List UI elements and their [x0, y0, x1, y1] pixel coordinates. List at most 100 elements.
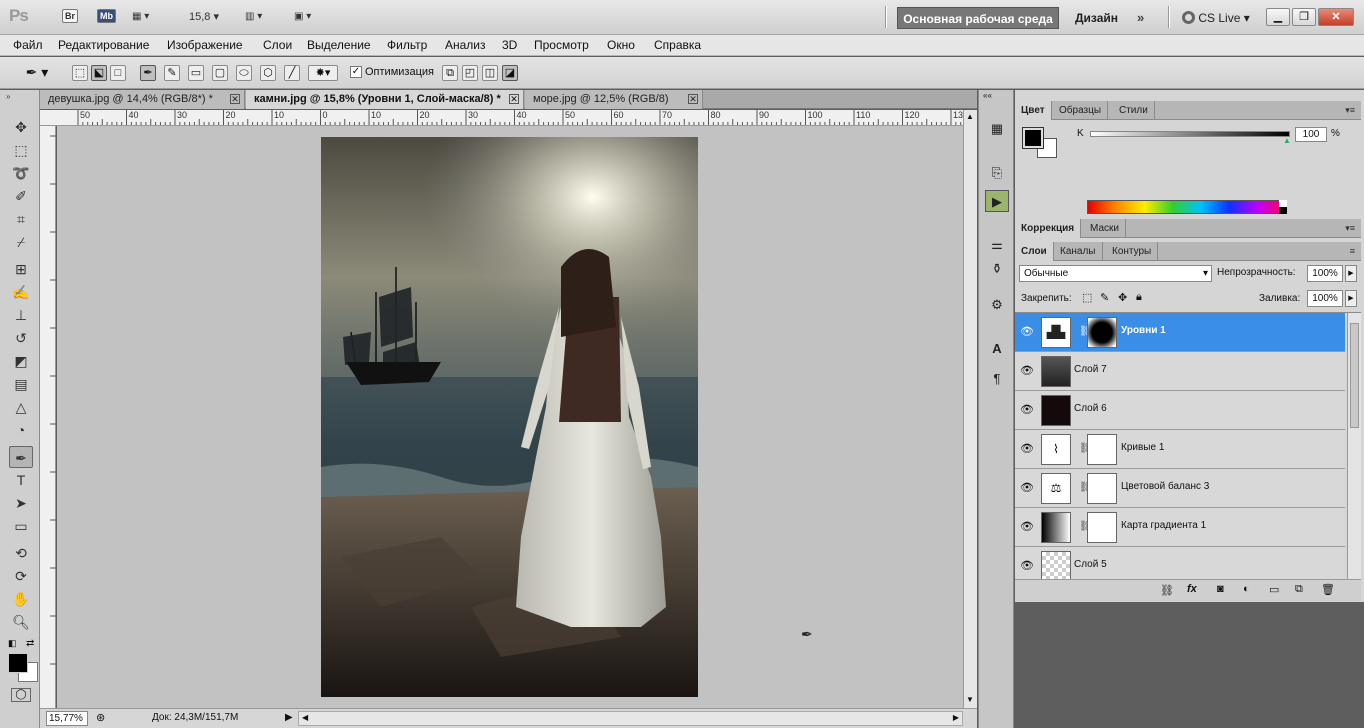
menu-layer[interactable]: Слои [263, 38, 292, 52]
white-mask-thumbnail[interactable] [1087, 512, 1117, 543]
character-panel-icon[interactable]: A [985, 338, 1009, 360]
history-brush-tool[interactable]: ↺ [9, 327, 33, 349]
tab-masks[interactable]: Маски [1084, 219, 1126, 238]
lasso-tool[interactable]: ➰ [9, 162, 33, 184]
k-slider[interactable]: ▲ [1090, 131, 1291, 145]
arrange-documents-button[interactable]: ▥ ▾ [245, 9, 262, 25]
tab-styles[interactable]: Стили [1113, 101, 1155, 120]
new-group-icon[interactable]: ▭ [1269, 583, 1279, 596]
menu-analysis[interactable]: Анализ [445, 38, 486, 52]
tab-devushka[interactable]: девушка.jpg @ 14,4% (RGB/8*) * ✕ [40, 90, 245, 109]
black-mask-thumbnail[interactable] [1087, 317, 1117, 348]
tab-paths[interactable]: Контуры [1106, 242, 1159, 261]
brush-tool[interactable]: ✍ [9, 281, 33, 303]
menu-3d[interactable]: 3D [502, 38, 517, 52]
paths-button[interactable]: ⬕ [91, 65, 107, 81]
menu-edit[interactable]: Редактирование [58, 38, 149, 52]
pen-tool-button[interactable]: ✒ [140, 65, 156, 81]
freeform-pen-button[interactable]: ✎ [164, 65, 180, 81]
tab-more[interactable]: море.jpg @ 12,5% (RGB/8) ✕ [525, 90, 703, 109]
menu-select[interactable]: Выделение [307, 38, 371, 52]
pen-tool[interactable]: ✒ [9, 446, 33, 468]
subtract-path-button[interactable]: ◰ [462, 65, 478, 81]
layers-scrollbar[interactable] [1347, 313, 1361, 579]
tab-color[interactable]: Цвет [1015, 101, 1052, 120]
slider-thumb-icon[interactable]: ▲ [1283, 136, 1291, 145]
auto-optimize-checkbox[interactable]: ✓ [350, 66, 362, 78]
blur-tool[interactable]: △ [9, 396, 33, 418]
new-layer-icon[interactable]: ⧉ [1295, 583, 1303, 596]
status-arrow-icon[interactable]: ▶ [285, 712, 293, 723]
foreground-color-swatch[interactable] [8, 653, 28, 673]
visibility-eye-icon[interactable]: 👁︎ [1020, 364, 1034, 377]
tab-adjustments[interactable]: Коррекция [1015, 219, 1082, 238]
marquee-tool[interactable]: ⬚ [9, 139, 33, 161]
shape-layers-button[interactable]: ⬚ [72, 65, 88, 81]
expand-panels-icon[interactable]: «« [983, 91, 992, 100]
tool-preset-picker[interactable]: ✒ ▾ [20, 65, 54, 81]
collapse-toolbox-icon[interactable]: » [6, 92, 10, 101]
visibility-eye-icon[interactable]: 👁︎ [1020, 520, 1034, 533]
lock-all-icon[interactable]: 🔒︎ [1136, 291, 1142, 304]
3d-orbit-tool[interactable]: ⟳ [9, 565, 33, 587]
link-layers-icon[interactable]: ⛓ [1160, 584, 1174, 597]
swap-colors-icon[interactable]: ⇄ [26, 638, 34, 649]
lock-position-icon[interactable]: ✥ [1118, 291, 1127, 304]
fill-slider-button[interactable]: ▶ [1345, 290, 1357, 307]
zoom-tool[interactable]: 🔍︎ [9, 611, 33, 633]
type-tool[interactable]: T [9, 469, 33, 491]
panel-menu-icon[interactable]: ≡ [1350, 246, 1355, 256]
clone-source-icon[interactable]: ⚱ [985, 258, 1009, 280]
scroll-up-icon[interactable]: ▲ [966, 112, 974, 121]
fx-icon[interactable]: fx [1187, 583, 1197, 595]
mini-bridge-panel-icon[interactable]: ▦ [985, 118, 1009, 140]
opacity-slider-button[interactable]: ▶ [1345, 265, 1357, 282]
move-tool[interactable]: ✥ [9, 116, 33, 138]
eyedropper-tool[interactable]: ⌿ [9, 231, 33, 253]
spot-healing-tool[interactable]: ⊞ [9, 258, 33, 280]
vertical-scrollbar[interactable]: ▲ ▼ [963, 110, 977, 708]
tab-swatches[interactable]: Образцы [1053, 101, 1109, 120]
zoom-level-dropdown[interactable]: 15,8 ▾ [189, 9, 219, 25]
visibility-eye-icon[interactable]: 👁︎ [1020, 403, 1034, 416]
layer-row[interactable]: 👁︎ Слой 5 [1015, 547, 1345, 579]
intersect-path-button[interactable]: ◫ [482, 65, 498, 81]
layer-row[interactable]: 👁︎ ⛓ Карта градиента 1 [1015, 508, 1345, 547]
ellipse-tool-button[interactable]: ⬭ [236, 65, 252, 81]
rounded-rectangle-button[interactable]: ▢ [212, 65, 228, 81]
tab-channels[interactable]: Каналы [1054, 242, 1103, 261]
history-panel-icon[interactable]: ⎘ [985, 162, 1009, 184]
polygon-tool-button[interactable]: ⬡ [260, 65, 276, 81]
menu-image[interactable]: Изображение [167, 38, 243, 52]
adjustment-layer-icon[interactable]: ◐ [1243, 583, 1250, 595]
screen-mode-button[interactable]: ▣ ▾ [294, 9, 311, 25]
visibility-eye-icon[interactable]: 👁︎ [1020, 442, 1034, 455]
lock-transparency-icon[interactable]: ⬚ [1082, 291, 1092, 304]
bridge-button[interactable]: Br [62, 9, 79, 25]
tab-layers[interactable]: Слои [1015, 242, 1054, 261]
layer-row[interactable]: 👁︎ ⌇ ⛓ Кривые 1 [1015, 430, 1345, 469]
actions-panel-icon[interactable]: ▶ [985, 190, 1009, 212]
custom-shape-button[interactable]: ✸▾ [308, 65, 338, 81]
white-mask-thumbnail[interactable] [1087, 473, 1117, 504]
menu-view[interactable]: Просмотр [534, 38, 589, 52]
crop-tool[interactable]: ⌗ [9, 208, 33, 230]
layer-row[interactable]: 👁︎ ⚖ ⛓ Цветовой баланс 3 [1015, 469, 1345, 508]
ramp-black[interactable] [1279, 207, 1287, 214]
k-value-field[interactable]: 100 [1295, 127, 1327, 142]
add-mask-icon[interactable]: ◙ [1217, 583, 1224, 595]
add-to-path-button[interactable]: ⧉ [442, 65, 458, 81]
zoom-field[interactable]: 15,77% [46, 711, 88, 726]
exclude-path-button[interactable]: ◪ [502, 65, 518, 81]
minimize-button[interactable]: ▁ [1266, 8, 1290, 26]
view-extras-button[interactable]: ▦ ▾ [132, 9, 149, 25]
quick-mask-button[interactable]: ◯ [11, 688, 31, 702]
visibility-eye-icon[interactable]: 👁︎ [1020, 559, 1034, 572]
color-foreground-swatch[interactable] [1022, 127, 1044, 149]
more-workspaces-button[interactable]: » [1137, 10, 1144, 25]
tool-presets-icon[interactable]: ⚙ [985, 294, 1009, 316]
dodge-tool[interactable]: ◔ [9, 419, 33, 441]
workspace-essentials-button[interactable]: Основная рабочая среда [897, 7, 1059, 29]
rectangle-tool[interactable]: ▭ [9, 515, 33, 537]
menu-filter[interactable]: Фильтр [387, 38, 427, 52]
